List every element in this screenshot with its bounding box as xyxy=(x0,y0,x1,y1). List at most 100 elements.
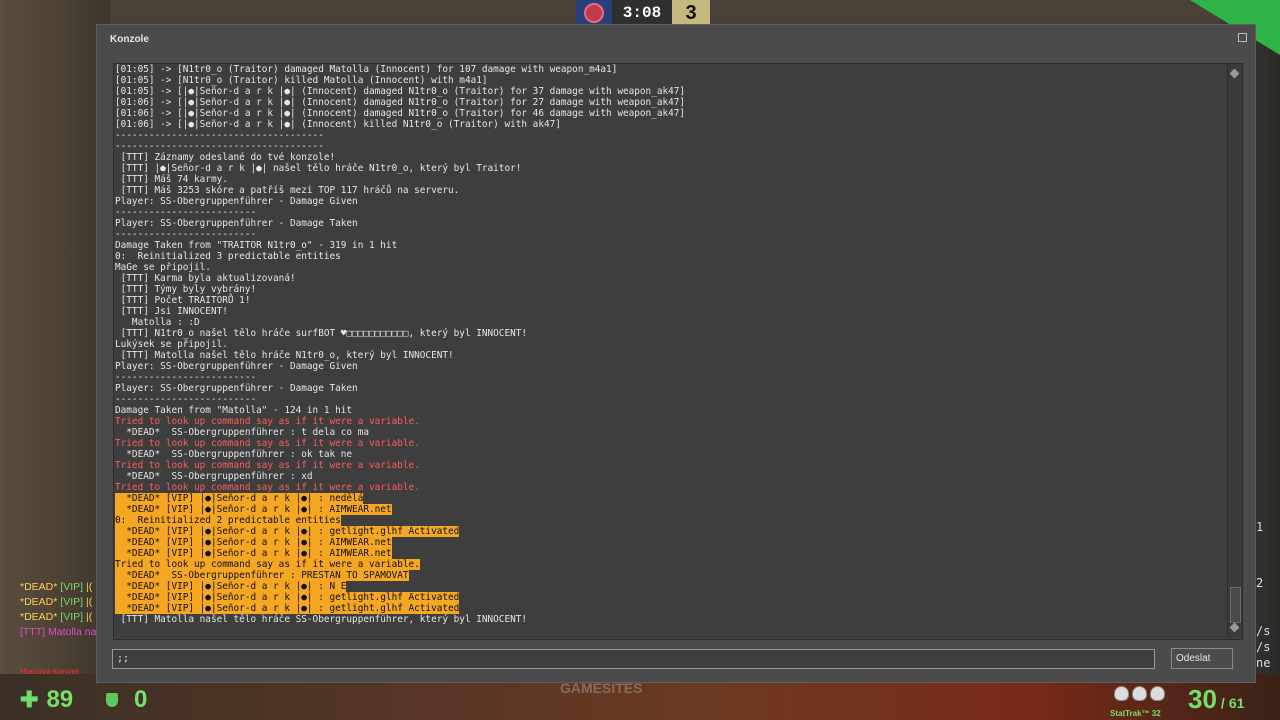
log-line: [TTT] Máš 3253 skóre a patříš mezi TOP 1… xyxy=(115,185,460,196)
command-input[interactable]: ;; xyxy=(112,649,1155,669)
log-line: [TTT] Počet TRAITORŮ 1! xyxy=(115,295,251,306)
log-line: [TTT] N1tr0_o našel tělo hráče surfBOT ♥… xyxy=(115,328,528,339)
log-line: [TTT] Záznamy odeslané do tvé konzole! xyxy=(115,152,336,163)
log-line: *DEAD* [VIP] |●|Señor-d a r k |●| : AIMW… xyxy=(115,504,1219,515)
log-line: *DEAD* [VIP] |●|Señor-d a r k |●| : AIMW… xyxy=(115,537,1219,548)
log-line: [01:05] -> [|●|Señor-d a r k |●| (Innoce… xyxy=(115,86,686,97)
log-line: [TTT] Karma byla aktualizovaná! xyxy=(115,273,296,284)
right-edge-text: 1 xyxy=(1256,520,1264,534)
log-line: Player: SS-Obergruppenführer - Damage Gi… xyxy=(115,361,358,372)
close-icon[interactable] xyxy=(1238,33,1247,42)
log-line: Matolla : :D xyxy=(115,317,200,328)
team-emblem-icon xyxy=(576,0,612,26)
log-line: Tried to look up command say as if it we… xyxy=(115,559,1219,570)
scroll-thumb[interactable] xyxy=(1230,587,1241,623)
highlighted-text: *DEAD* [VIP] |●|Señor-d a r k |●| : getl… xyxy=(115,526,460,537)
highlighted-text: *DEAD* [VIP] |●|Señor-d a r k |●| : AIMW… xyxy=(115,548,392,559)
log-line: [TTT] |●|Señor-d a r k |●| našel tělo hr… xyxy=(115,163,522,174)
log-line: *DEAD* [VIP] |●|Señor-d a r k |●| : getl… xyxy=(115,592,1219,603)
highlighted-text: *DEAD* [VIP] |●|Señor-d a r k |●| : AIMW… xyxy=(115,504,392,515)
log-line: *DEAD* [VIP] |●|Señor-d a r k |●| : getl… xyxy=(115,603,1219,614)
watermark: GAMESITES xyxy=(560,680,643,696)
right-edge-text: /s xyxy=(1256,624,1271,638)
voice-chat-notice: Hlasová konver xyxy=(20,667,80,676)
chat-line: *DEAD* [VIP] |( xyxy=(20,581,93,593)
chat-line: [TTT] Matolla na xyxy=(20,626,97,638)
round-status-hud: 3:08 3 xyxy=(576,0,710,26)
skull-icon xyxy=(1114,686,1129,701)
highlighted-text: 0: Reinitialized 2 predictable entities xyxy=(115,515,341,526)
log-line: ------------------------- xyxy=(115,372,257,383)
log-line: *DEAD* [VIP] |●|Señor-d a r k |●| : nedě… xyxy=(115,493,1219,504)
highlighted-text: *DEAD* [VIP] |●|Señor-d a r k |●| : nedě… xyxy=(115,493,364,504)
log-line: 0: Reinitialized 2 predictable entities xyxy=(115,515,1219,526)
highlighted-text: *DEAD* [VIP] |●|Señor-d a r k |●| : N E xyxy=(115,581,347,592)
log-line: *DEAD* [VIP] |●|Señor-d a r k |●| : AIMW… xyxy=(115,548,1219,559)
log-line: Tried to look up command say as if it we… xyxy=(115,416,420,427)
armor-display: 0 xyxy=(106,686,147,714)
health-display: ✚ 89 xyxy=(20,686,73,714)
log-line: Damage Taken from "TRAITOR N1tr0_o" - 31… xyxy=(115,240,398,251)
log-line: Lukýsek se připojil. xyxy=(115,339,228,350)
log-line: ------------------------------------- xyxy=(115,130,324,141)
log-line: Tried to look up command say as if it we… xyxy=(115,460,420,471)
highlighted-text: *DEAD* [VIP] |●|Señor-d a r k |●| : getl… xyxy=(115,603,460,614)
log-line: [01:06] -> [|●|Señor-d a r k |●| (Innoce… xyxy=(115,97,686,108)
log-line: MaGe se připojil. xyxy=(115,262,211,273)
log-line: [01:05] -> [N1tr0_o (Traitor) killed Mat… xyxy=(115,75,488,86)
log-line: *DEAD* [VIP] |●|Señor-d a r k |●| : getl… xyxy=(115,526,1219,537)
scroll-down-icon[interactable] xyxy=(1229,622,1240,633)
log-line: [01:06] -> [|●|Señor-d a r k |●| (Innoce… xyxy=(115,119,561,130)
console-log[interactable]: [01:05] -> [N1tr0_o (Traitor) damaged Ma… xyxy=(113,63,1243,640)
right-edge-text: ne xyxy=(1256,656,1271,670)
log-line: 0: Reinitialized 3 predictable entities xyxy=(115,251,341,262)
log-line: Player: SS-Obergruppenführer - Damage Ta… xyxy=(115,218,358,229)
submit-button[interactable]: Odeslat xyxy=(1171,648,1233,669)
highlighted-text: *DEAD* [VIP] |●|Señor-d a r k |●| : getl… xyxy=(115,592,460,603)
round-timer: 3:08 xyxy=(612,0,672,26)
log-line: [01:05] -> [N1tr0_o (Traitor) damaged Ma… xyxy=(115,64,618,75)
log-line: *DEAD* SS-Obergruppenführer : PRESTAN TO… xyxy=(115,570,1219,581)
chat-feed: *DEAD* [VIP] |( *DEAD* [VIP] |( *DEAD* [… xyxy=(20,580,96,640)
ammo-reserve: 61 xyxy=(1228,695,1245,711)
log-line: *DEAD* SS-Obergruppenführer : t dela co … xyxy=(115,427,369,438)
log-line: [TTT] Matolla našel tělo hráče SS-Obergr… xyxy=(115,614,528,625)
log-lines: [01:05] -> [N1tr0_o (Traitor) damaged Ma… xyxy=(115,64,1219,625)
stattrak-label: StatTrak™ 32 xyxy=(1110,709,1161,718)
log-line: Player: SS-Obergruppenführer - Damage Gi… xyxy=(115,196,358,207)
health-value: 89 xyxy=(46,686,74,713)
console-title: Konzole xyxy=(110,34,149,45)
log-line: ------------------------- xyxy=(115,229,257,240)
log-line: *DEAD* SS-Obergruppenführer : ok tak ne xyxy=(115,449,353,460)
skull-icon xyxy=(1150,686,1165,701)
armor-value: 0 xyxy=(134,686,148,713)
ammo-separator: / xyxy=(1220,695,1225,711)
log-line: [TTT] Máš 74 karmy. xyxy=(115,174,228,185)
round-counter: 3 xyxy=(672,0,710,26)
log-line: [TTT] Jsi INNOCENT! xyxy=(115,306,228,317)
console-window: Konzole [01:05] -> [N1tr0_o (Traitor) da… xyxy=(96,24,1256,683)
highlighted-text: *DEAD* [VIP] |●|Señor-d a r k |●| : AIMW… xyxy=(115,537,392,548)
ammo-display: 30 / 61 xyxy=(1188,684,1244,715)
log-line: ------------------------------------- xyxy=(115,141,324,152)
right-edge-text: 2 xyxy=(1256,576,1264,590)
chat-line: *DEAD* [VIP] |( xyxy=(20,611,93,623)
ammo-clip: 30 xyxy=(1188,684,1217,714)
log-line: [TTT] Matolla našel tělo hráče N1tr0_o, … xyxy=(115,350,454,361)
highlighted-text: Tried to look up command say as if it we… xyxy=(115,559,420,570)
console-scrollbar[interactable] xyxy=(1227,64,1242,637)
log-line: Tried to look up command say as if it we… xyxy=(115,482,420,493)
skull-icon xyxy=(1132,686,1147,701)
kill-counter xyxy=(1114,686,1165,701)
log-line: [01:06] -> [|●|Señor-d a r k |●| (Innoce… xyxy=(115,108,686,119)
scroll-up-icon[interactable] xyxy=(1229,68,1240,79)
log-line: ------------------------- xyxy=(115,207,257,218)
log-line: [TTT] Týmy byly vybrány! xyxy=(115,284,257,295)
chat-line: *DEAD* [VIP] |( xyxy=(20,596,93,608)
log-line: Damage Taken from "Matolla" - 124 in 1 h… xyxy=(115,405,353,416)
shield-icon xyxy=(106,693,118,707)
right-edge-text: /s xyxy=(1256,640,1271,654)
log-line: *DEAD* SS-Obergruppenführer : xd xyxy=(115,471,313,482)
log-line: Player: SS-Obergruppenführer - Damage Ta… xyxy=(115,383,358,394)
log-line: Tried to look up command say as if it we… xyxy=(115,438,420,449)
